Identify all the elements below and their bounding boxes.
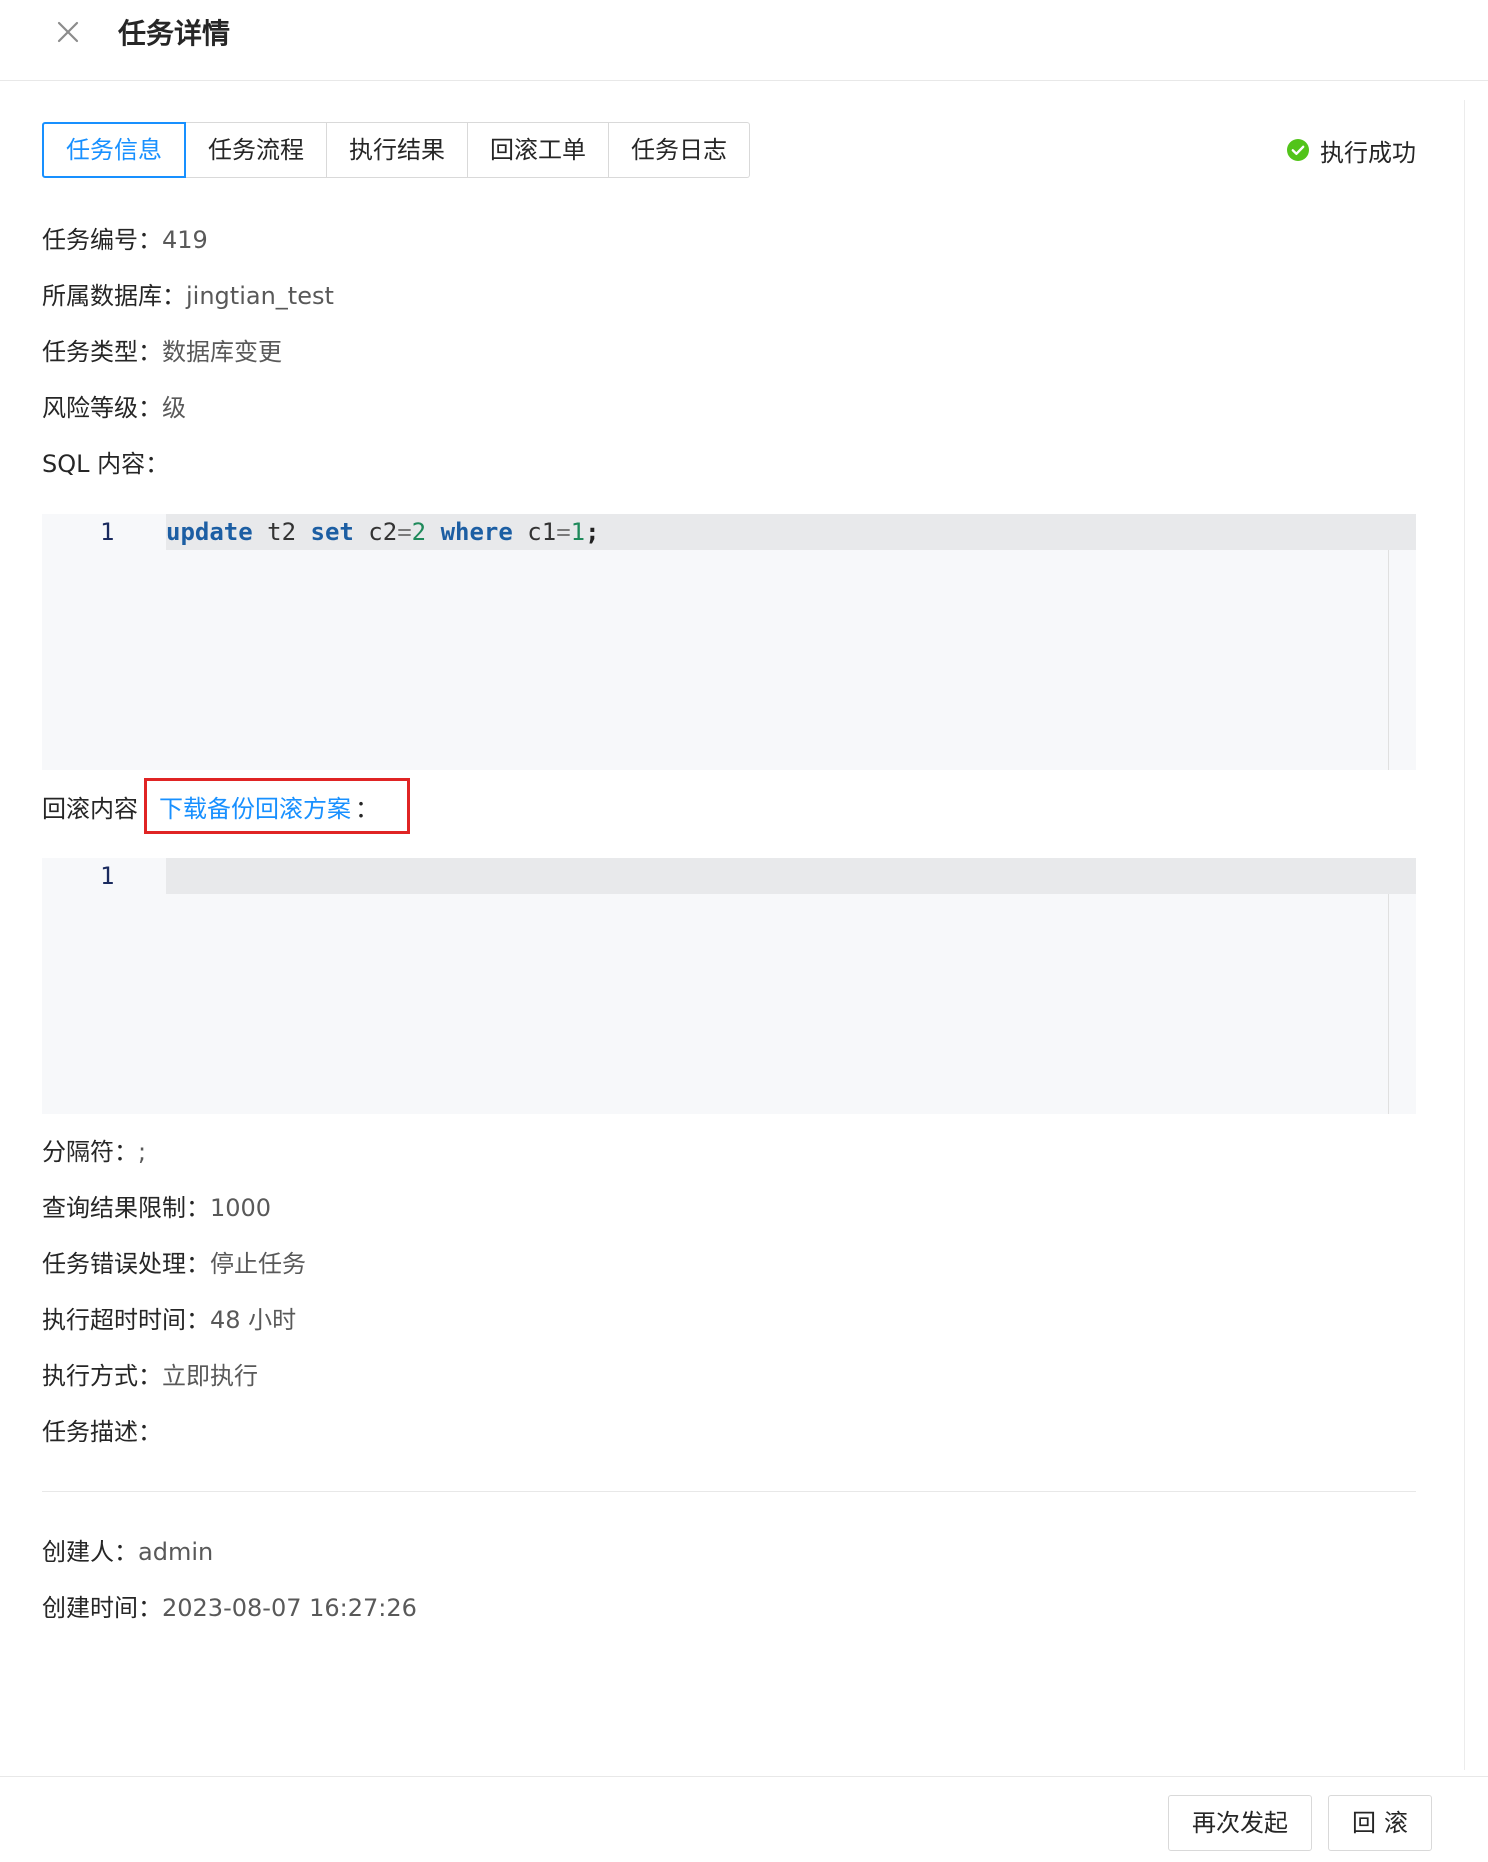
task-id-row: 任务编号：419 xyxy=(42,224,208,256)
error-handling-value: 停止任务 xyxy=(210,1250,306,1278)
close-icon[interactable] xyxy=(52,16,84,48)
tab-rollback-order[interactable]: 回滚工单 xyxy=(468,122,609,178)
sql-token-num: 2 xyxy=(411,518,427,546)
editor-scrollbar[interactable] xyxy=(1388,858,1416,1114)
tab-bar: 任务信息 任务流程 执行结果 回滚工单 任务日志 xyxy=(42,122,750,178)
risk-level-label: 风险等级： xyxy=(42,394,162,422)
sql-token-op: = xyxy=(397,518,412,546)
sql-token-plain: c1 xyxy=(512,518,557,546)
drawer-title: 任务详情 xyxy=(118,17,231,50)
database-label: 所属数据库： xyxy=(42,282,186,310)
line-number: 1 xyxy=(100,518,115,546)
drawer-header: 任务详情 xyxy=(0,0,1488,81)
description-row: 任务描述： xyxy=(42,1416,162,1448)
timeout-row: 执行超时时间：48 小时 xyxy=(42,1304,296,1336)
sql-code-line[interactable]: update t2 set c2=2 where c1=1; xyxy=(166,514,600,550)
risk-level-row: 风险等级：级 xyxy=(42,392,186,424)
created-at-value: 2023-08-07 16:27:26 xyxy=(162,1594,417,1622)
database-row: 所属数据库：jingtian_test xyxy=(42,280,334,312)
delimiter-label: 分隔符： xyxy=(42,1138,138,1166)
description-label: 任务描述： xyxy=(42,1418,162,1446)
sql-token-plain: c2 xyxy=(353,518,398,546)
creator-row: 创建人：admin xyxy=(42,1536,213,1568)
timeout-value: 48 小时 xyxy=(210,1306,297,1334)
tab-task-info[interactable]: 任务信息 xyxy=(42,122,186,178)
creator-label: 创建人： xyxy=(42,1538,138,1566)
active-line-highlight xyxy=(166,858,1392,894)
created-at-label: 创建时间： xyxy=(42,1594,162,1622)
exec-mode-value: 立即执行 xyxy=(162,1362,258,1390)
task-id-label: 任务编号： xyxy=(42,226,162,254)
error-handling-label: 任务错误处理： xyxy=(42,1250,210,1278)
rollback-editor[interactable]: 1 xyxy=(42,858,1416,1114)
rollback-label: 回滚内容 xyxy=(42,794,138,823)
sql-token-kw: set xyxy=(310,518,354,546)
query-limit-label: 查询结果限制： xyxy=(42,1194,210,1222)
sql-token-punct: ; xyxy=(585,518,600,546)
timeout-label: 执行超时时间： xyxy=(42,1306,210,1334)
database-value: jingtian_test xyxy=(186,282,334,310)
sql-token-kw: update xyxy=(166,518,253,546)
query-limit-value: 1000 xyxy=(210,1194,272,1222)
error-handling-row: 任务错误处理：停止任务 xyxy=(42,1248,306,1280)
rollback-row: 回滚内容 下载备份回滚方案： xyxy=(42,778,410,834)
risk-level-value: 级 xyxy=(162,394,186,422)
task-type-value: 数据库变更 xyxy=(162,338,282,366)
editor-scrollbar[interactable] xyxy=(1388,514,1416,770)
exec-mode-label: 执行方式： xyxy=(42,1362,162,1390)
rollback-link-highlight: 下载备份回滚方案： xyxy=(144,778,410,834)
drawer-scrollbar[interactable] xyxy=(1464,100,1488,1770)
delimiter-value: ; xyxy=(138,1138,147,1166)
task-detail-drawer: 任务详情 任务信息 任务流程 执行结果 回滚工单 任务日志 执行成功 任务编号：… xyxy=(0,0,1488,1862)
sql-content-label: SQL 内容： xyxy=(42,450,170,478)
tab-task-log[interactable]: 任务日志 xyxy=(609,122,750,178)
sql-token-kw: where xyxy=(440,518,513,546)
download-rollback-plan-link[interactable]: 下载备份回滚方案 xyxy=(159,789,351,824)
rollback-button[interactable]: 回滚 xyxy=(1328,1795,1432,1851)
sql-content-row: SQL 内容： xyxy=(42,448,169,480)
sql-token-plain xyxy=(426,518,440,546)
sql-editor[interactable]: 1 update t2 set c2=2 where c1=1; xyxy=(42,514,1416,770)
section-divider xyxy=(42,1491,1416,1492)
line-number: 1 xyxy=(100,862,115,890)
status-badge: 执行成功 xyxy=(1286,130,1416,170)
status-text: 执行成功 xyxy=(1320,138,1416,167)
sql-token-num: 1 xyxy=(570,518,586,546)
check-circle-icon xyxy=(1287,139,1309,161)
creator-value: admin xyxy=(138,1538,214,1566)
relaunch-button[interactable]: 再次发起 xyxy=(1168,1795,1312,1851)
editor-scrollbar-corner xyxy=(1388,514,1416,550)
created-at-row: 创建时间：2023-08-07 16:27:26 xyxy=(42,1592,417,1624)
sql-token-plain: t2 xyxy=(252,518,311,546)
task-type-row: 任务类型：数据库变更 xyxy=(42,336,282,368)
task-id-value: 419 xyxy=(162,226,208,254)
query-limit-row: 查询结果限制：1000 xyxy=(42,1192,271,1224)
drawer-footer: 再次发起 回滚 xyxy=(0,1776,1488,1862)
exec-mode-row: 执行方式：立即执行 xyxy=(42,1360,258,1392)
tab-exec-result[interactable]: 执行结果 xyxy=(327,122,468,178)
delimiter-row: 分隔符：; xyxy=(42,1136,146,1168)
task-type-label: 任务类型： xyxy=(42,338,162,366)
editor-scrollbar-corner xyxy=(1388,858,1416,894)
tab-task-flow[interactable]: 任务流程 xyxy=(186,122,327,178)
rollback-colon: ： xyxy=(355,794,379,823)
sql-token-op: = xyxy=(556,518,571,546)
